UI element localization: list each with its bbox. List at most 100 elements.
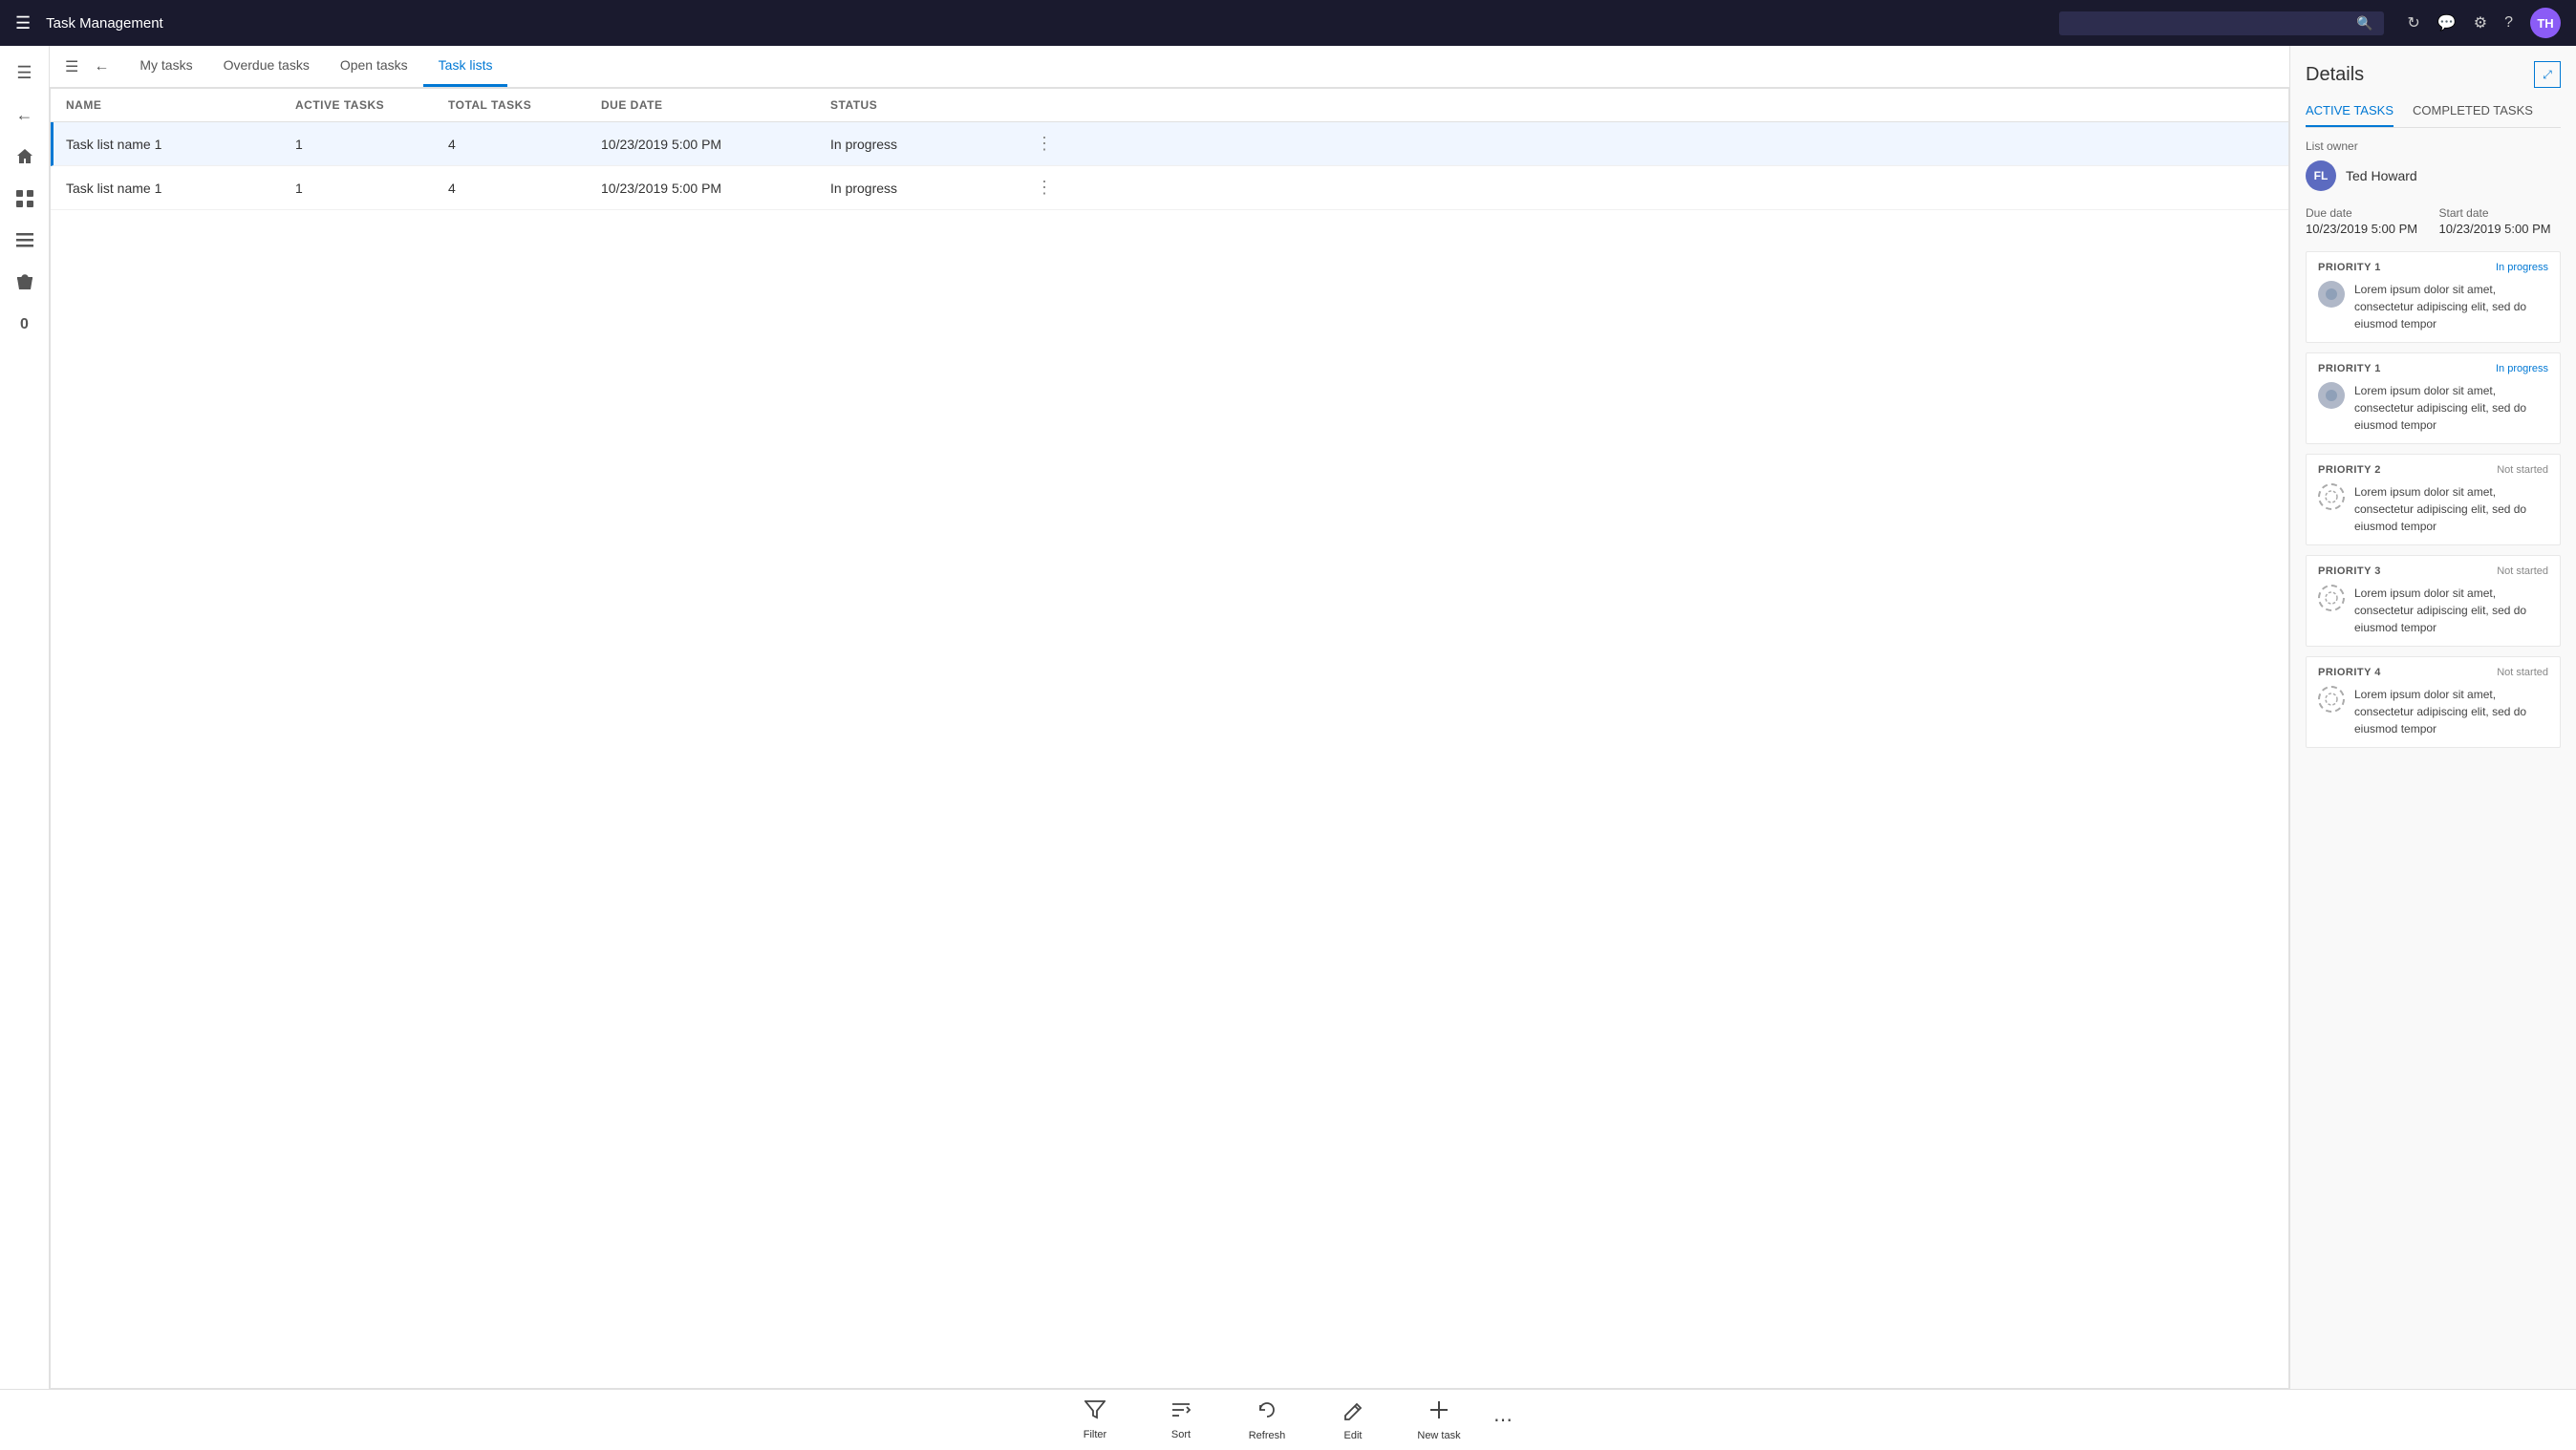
task-priority: PRIORITY 4 [2318,667,2381,678]
task-status: In progress [2496,262,2548,273]
task-icon [2318,686,2345,713]
refresh-button[interactable]: Refresh [1224,1390,1310,1450]
table-row[interactable]: Task list name 1 1 4 10/23/2019 5:00 PM … [51,166,2288,210]
task-priority: PRIORITY 1 [2318,363,2381,374]
cell-due-date: 10/23/2019 5:00 PM [601,137,830,152]
col-actions [1021,98,1067,112]
tab-my-tasks[interactable]: My tasks [124,46,207,87]
task-status: In progress [2496,363,2548,374]
sidebar-icon-home[interactable] [6,138,44,176]
task-text: Lorem ipsum dolor sit amet, consectetur … [2354,585,2548,636]
task-icon [2318,281,2345,308]
tab-task-lists[interactable]: Task lists [423,46,508,87]
refresh-icon[interactable]: ↻ [2407,13,2419,32]
sort-label: Sort [1171,1429,1191,1440]
details-body: List owner FL Ted Howard Due date 10/23/… [2290,128,2576,1389]
nav-icons: ↻ 💬 ⚙ ? TH [2407,8,2561,38]
task-content: Lorem ipsum dolor sit amet, consectetur … [2318,585,2548,636]
sort-icon [1170,1400,1191,1425]
task-status: Not started [2497,565,2548,577]
col-name: NAME [66,98,295,112]
filter-icon [1084,1400,1106,1425]
task-text: Lorem ipsum dolor sit amet, consectetur … [2354,483,2548,535]
chat-icon[interactable]: 💬 [2437,13,2457,32]
search-icon: 🔍 [2356,15,2372,32]
owner-row: FL Ted Howard [2306,160,2561,191]
task-status: Not started [2497,667,2548,678]
sidebar-icon-menu[interactable]: ☰ [6,53,44,92]
edit-icon [1342,1399,1363,1426]
cell-active-tasks: 1 [295,137,448,152]
more-button[interactable]: ⋯ [1482,1408,1524,1432]
task-item[interactable]: PRIORITY 1 In progress Lorem ipsum dolor… [2306,251,2561,343]
sidebar-icon-list[interactable] [6,222,44,260]
help-icon[interactable]: ? [2504,14,2513,32]
sidebar-icon-back[interactable]: ← [6,96,44,134]
filter-button[interactable]: Filter [1052,1390,1138,1450]
bottom-toolbar: Filter Sort Refresh Edit [0,1389,2576,1450]
cell-due-date: 10/23/2019 5:00 PM [601,181,830,196]
edit-button[interactable]: Edit [1310,1390,1396,1450]
task-item[interactable]: PRIORITY 4 Not started Lorem ipsum dolor… [2306,656,2561,748]
new-task-button[interactable]: New task [1396,1390,1482,1450]
cell-status: In progress [830,181,1021,196]
task-content: Lorem ipsum dolor sit amet, consectetur … [2318,382,2548,434]
task-content: Lorem ipsum dolor sit amet, consectetur … [2318,686,2548,737]
tab-open-tasks[interactable]: Open tasks [325,46,423,87]
col-status: STATUS [830,98,1021,112]
new-task-label: New task [1417,1430,1460,1441]
refresh-label: Refresh [1249,1430,1286,1441]
search-bar[interactable]: 🔍 [2059,11,2384,35]
left-sidebar: ☰ ← 0 [0,46,50,1389]
settings-icon[interactable]: ⚙ [2474,13,2487,32]
cell-status: In progress [830,137,1021,152]
details-header: Details ⤢ [2290,46,2576,88]
due-date-value: 10/23/2019 5:00 PM [2306,222,2428,236]
sidebar-icon-shop[interactable] [6,264,44,302]
tab-overdue-tasks[interactable]: Overdue tasks [208,46,325,87]
tab-completed-tasks[interactable]: COMPLETED TASKS [2413,96,2533,127]
row-more-button[interactable]: ⋮ [1021,178,1067,198]
cell-active-tasks: 1 [295,181,448,196]
expand-button[interactable]: ⤢ [2534,61,2561,88]
tab-active-tasks[interactable]: ACTIVE TASKS [2306,96,2394,127]
task-item[interactable]: PRIORITY 2 Not started Lorem ipsum dolor… [2306,454,2561,545]
sub-nav: ☰ ← My tasks Overdue tasks Open tasks Ta… [50,46,2289,88]
cell-name: Task list name 1 [66,181,295,196]
task-text: Lorem ipsum dolor sit amet, consectetur … [2354,281,2548,332]
task-content: Lorem ipsum dolor sit amet, consectetur … [2318,483,2548,535]
task-item-header: PRIORITY 3 Not started [2318,565,2548,577]
task-icon [2318,382,2345,409]
table-row[interactable]: Task list name 1 1 4 10/23/2019 5:00 PM … [51,122,2288,166]
sort-button[interactable]: Sort [1138,1390,1224,1450]
col-total-tasks: TOTAL TASKS [448,98,601,112]
owner-name: Ted Howard [2346,168,2417,183]
task-priority: PRIORITY 1 [2318,262,2381,273]
app-title: Task Management [46,15,163,32]
search-input[interactable] [2071,15,2356,31]
details-panel: Details ⤢ ACTIVE TASKS COMPLETED TASKS L… [2289,46,2576,1389]
task-text: Lorem ipsum dolor sit amet, consectetur … [2354,686,2548,737]
row-more-button[interactable]: ⋮ [1021,134,1067,154]
content-area: ☰ ← My tasks Overdue tasks Open tasks Ta… [50,46,2289,1389]
user-avatar[interactable]: TH [2530,8,2561,38]
task-icon [2318,585,2345,611]
sidebar-icon-apps[interactable] [6,180,44,218]
sidebar-icon-zero[interactable]: 0 [6,306,44,344]
task-icon [2318,483,2345,510]
task-item[interactable]: PRIORITY 1 In progress Lorem ipsum dolor… [2306,352,2561,444]
task-text: Lorem ipsum dolor sit amet, consectetur … [2354,382,2548,434]
owner-avatar: FL [2306,160,2336,191]
table-header: NAME ACTIVE TASKS TOTAL TASKS DUE DATE S… [51,89,2288,122]
task-item[interactable]: PRIORITY 3 Not started Lorem ipsum dolor… [2306,555,2561,647]
list-owner-section: List owner FL Ted Howard [2306,139,2561,191]
task-item-header: PRIORITY 2 Not started [2318,464,2548,476]
dates-section: Due date 10/23/2019 5:00 PM Start date 1… [2306,206,2561,236]
hamburger-icon[interactable]: ☰ [15,13,31,33]
subnav-back-button[interactable]: ← [94,58,109,75]
col-active-tasks: ACTIVE TASKS [295,98,448,112]
subnav-toggle-icon[interactable]: ☰ [65,57,78,76]
edit-label: Edit [1344,1430,1363,1441]
task-list-table: NAME ACTIVE TASKS TOTAL TASKS DUE DATE S… [50,88,2289,1389]
due-date-label: Due date [2306,206,2428,220]
